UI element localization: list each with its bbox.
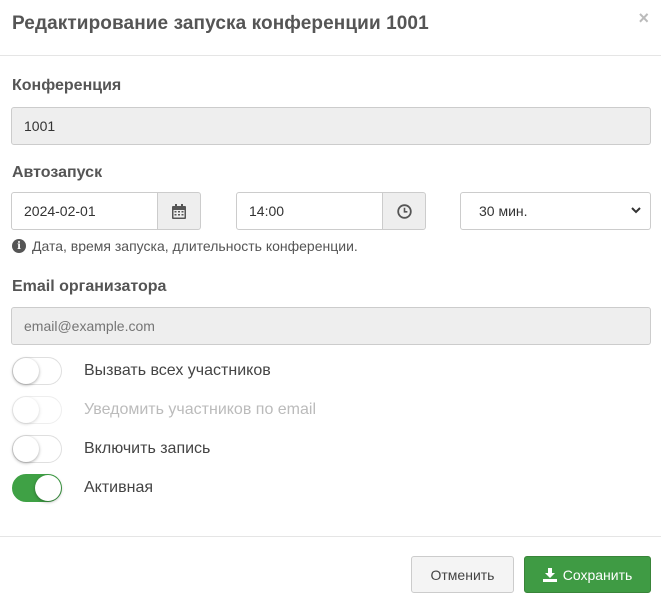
toggle-row-active: Активная <box>12 474 472 504</box>
chevron-down-icon <box>631 207 641 214</box>
autostart-help-text: Дата, время запуска, длительность конфер… <box>32 238 358 254</box>
duration-select[interactable]: 30 мин. <box>460 192 651 230</box>
toggle-knob <box>13 397 39 423</box>
conference-label: Конференция <box>12 77 122 94</box>
conference-field: 1001 <box>11 107 651 145</box>
calendar-button[interactable] <box>157 192 201 230</box>
toggle-knob <box>35 475 61 501</box>
info-icon: i <box>12 239 26 253</box>
close-icon[interactable]: × <box>638 9 649 27</box>
email-field[interactable] <box>11 307 651 345</box>
modal-footer: Отменить Сохранить <box>0 536 661 601</box>
email-label: Email организатора <box>12 278 167 295</box>
calendar-icon <box>172 203 186 219</box>
date-input[interactable]: 2024-02-01 <box>11 192 158 230</box>
time-input[interactable]: 14:00 <box>236 192 383 230</box>
active-label: Активная <box>84 479 154 496</box>
call-all-toggle[interactable] <box>12 357 62 385</box>
cancel-button-label: Отменить <box>430 566 495 583</box>
save-button-label: Сохранить <box>562 566 633 583</box>
cancel-button[interactable]: Отменить <box>411 556 514 593</box>
toggle-row-call-all: Вызвать всех участников <box>12 357 472 387</box>
modal-header: Редактирование запуска конференции 1001 … <box>0 0 661 56</box>
call-all-label: Вызвать всех участников <box>84 362 271 379</box>
toggle-knob <box>13 436 39 462</box>
active-toggle[interactable] <box>12 474 62 502</box>
modal-title: Редактирование запуска конференции 1001 <box>12 13 429 34</box>
recording-label: Включить запись <box>84 440 211 457</box>
notify-email-label: Уведомить участников по email <box>84 401 317 418</box>
duration-value: 30 мин. <box>479 203 528 219</box>
save-button[interactable]: Сохранить <box>524 556 651 593</box>
toggle-row-notify-email: Уведомить участников по email <box>12 396 472 426</box>
clock-icon <box>396 203 412 219</box>
clock-button[interactable] <box>382 192 426 230</box>
autostart-label: Автозапуск <box>12 164 103 181</box>
toggle-knob <box>13 358 39 384</box>
notify-email-toggle[interactable] <box>12 396 62 424</box>
toggle-row-recording: Включить запись <box>12 435 472 465</box>
download-icon <box>542 567 557 582</box>
autostart-help: i Дата, время запуска, длительность конф… <box>12 238 358 254</box>
recording-toggle[interactable] <box>12 435 62 463</box>
